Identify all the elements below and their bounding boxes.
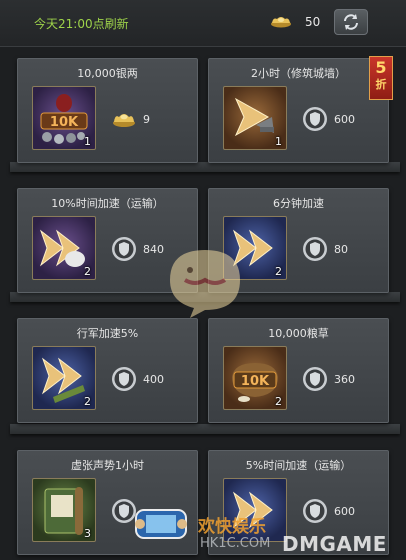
item-price: 80 (334, 243, 348, 256)
shield-token-icon (303, 107, 327, 131)
item-quantity: 1 (275, 135, 282, 148)
shield-token-icon (303, 237, 327, 261)
item-quantity: 2 (275, 265, 282, 278)
shelf-divider (10, 162, 400, 172)
item-icon-frame: 3 (32, 478, 96, 542)
refresh-notice: 今天21:00点刷新 (34, 17, 129, 31)
item-icon-frame: 10K 1 (32, 86, 96, 150)
mascot-watermark (170, 250, 240, 318)
item-art-label: 10K (241, 374, 270, 389)
item-price: 600 (334, 113, 355, 126)
item-title: 10,000银两 (77, 67, 138, 80)
watermark-url: HK1C.COM (200, 536, 271, 551)
shield-token-icon (112, 367, 136, 391)
shield-token-icon (303, 499, 327, 523)
item-icon-frame: 2 (32, 216, 96, 280)
item-price: 600 (334, 505, 355, 518)
item-art-label: 10K (50, 115, 79, 130)
currency-count: 50 (305, 15, 321, 29)
item-price: 9 (143, 113, 150, 126)
shop-header: 今天21:00点刷新 50 (0, 0, 406, 47)
item-title: 10%时间加速（运输） (51, 197, 164, 210)
item-icon-frame: 2 (32, 346, 96, 410)
shield-token-icon (112, 237, 136, 261)
item-title: 虚张声势1小时 (71, 459, 144, 472)
watermark-brand: DMGAME (282, 532, 387, 556)
controller-watermark-icon (135, 509, 187, 539)
item-title: 2小时（修筑城墙） (251, 67, 346, 80)
discount-badge: 5 折 (369, 56, 393, 100)
item-icon-frame: 10K 2 (223, 346, 287, 410)
item-title: 5%时间加速（运输） (245, 459, 352, 472)
shelf-divider (10, 424, 400, 434)
shop-item-card[interactable]: 行军加速5% 2 400 (17, 318, 198, 423)
item-quantity: 2 (84, 265, 91, 278)
item-price: 360 (334, 373, 355, 386)
refresh-icon (344, 14, 358, 30)
shop-item-card[interactable]: 10,000银两 10K 1 9 (17, 58, 198, 163)
item-title: 行军加速5% (76, 327, 139, 340)
refresh-button[interactable] (334, 9, 368, 35)
item-icon-frame: 1 (223, 86, 287, 150)
watermark-text: 欢快娱乐 (198, 517, 266, 537)
item-quantity: 2 (275, 395, 282, 408)
discount-number: 5 (375, 58, 387, 77)
item-title: 10,000粮草 (268, 327, 329, 340)
silver-ingot-icon (271, 17, 291, 28)
item-title: 6分钟加速 (273, 197, 324, 210)
item-price: 400 (143, 373, 164, 386)
shop-item-card[interactable]: 10,000粮草 10K 2 360 (208, 318, 389, 423)
shield-token-icon (303, 367, 327, 391)
shop-item-card[interactable]: 2小时（修筑城墙） 1 600 (208, 58, 389, 163)
discount-label: 折 (375, 78, 387, 91)
silver-ingot-icon (113, 114, 135, 127)
item-quantity: 1 (84, 135, 91, 148)
item-quantity: 3 (84, 527, 91, 540)
item-quantity: 2 (84, 395, 91, 408)
